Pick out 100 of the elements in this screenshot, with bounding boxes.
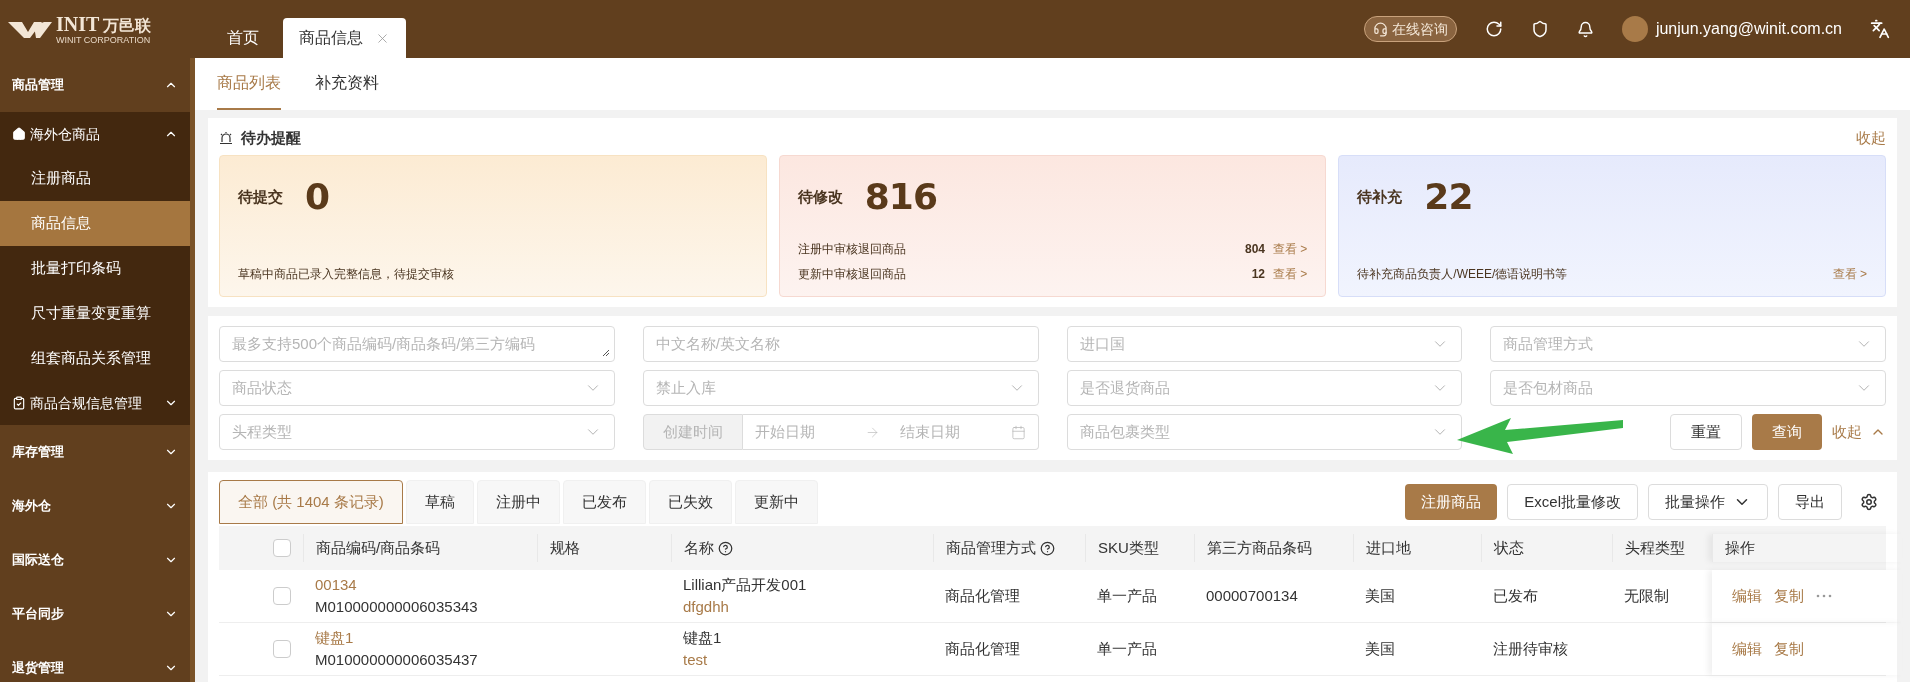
sku-type-text: 单一产品 <box>1097 586 1157 604</box>
sidebar-item[interactable]: 注册商品 <box>0 156 190 201</box>
name-input-field[interactable]: 中文名称/英文名称 <box>642 326 1039 362</box>
column-header: 状态 <box>1494 537 1524 558</box>
status-tab[interactable]: 已失效 <box>648 480 732 524</box>
settings-icon[interactable] <box>1860 493 1878 511</box>
reset-button[interactable]: 重置 <box>1670 414 1742 450</box>
avatar[interactable] <box>1621 16 1648 42</box>
sidebar-item[interactable]: 组套商品关系管理 <box>0 336 190 381</box>
user-email[interactable]: junjun.yang@winit.com.cn <box>1655 17 1842 41</box>
language-icon[interactable] <box>1870 19 1890 39</box>
column-header: 第三方商品条码 <box>1207 537 1312 558</box>
sidebar-group[interactable]: 平台同步 <box>0 587 190 641</box>
action-link[interactable]: 复制 <box>1774 637 1804 661</box>
card-title: 待修改 <box>797 186 843 207</box>
shield-icon[interactable] <box>1530 20 1549 38</box>
card-line-count: 12 <box>1251 265 1265 283</box>
column-header: 商品管理方式 <box>946 537 1036 558</box>
sidebar-item[interactable]: 批量打印条码 <box>0 246 190 291</box>
column-header: 名称 <box>684 537 714 558</box>
action-link[interactable]: 编辑 <box>1732 637 1762 661</box>
register-button[interactable]: 注册商品 <box>1405 484 1498 520</box>
view-link[interactable]: 查看 > <box>1832 264 1867 283</box>
help-icon[interactable] <box>1040 540 1055 556</box>
help-icon[interactable] <box>718 540 733 556</box>
resize-handle-icon <box>601 349 610 357</box>
sub-tab[interactable]: 商品列表 <box>217 58 281 110</box>
card-line-text: 待补充商品负责人/WEEE/德语说明书等 <box>1357 265 1569 283</box>
column-header: 操作 <box>1725 537 1755 558</box>
query-button[interactable]: 查询 <box>1752 414 1822 450</box>
logo-subtitle: WINIT CORPORATION <box>56 35 152 45</box>
batch-button[interactable]: 批量操作 <box>1648 484 1768 520</box>
product-code-link[interactable]: 键盘1 <box>315 627 525 649</box>
card-count: 0 <box>305 175 330 219</box>
select-field[interactable]: 进口国 <box>1066 326 1463 362</box>
select-field[interactable]: 商品管理方式 <box>1490 326 1886 362</box>
card-title: 待补充 <box>1357 186 1403 207</box>
refresh-icon[interactable] <box>1484 20 1503 38</box>
status-tab[interactable]: 全部 (共 1404 条记录) <box>219 480 403 524</box>
sidebar-group[interactable]: 库存管理 <box>0 425 190 479</box>
sidebar-item[interactable]: 商品信息 <box>0 201 190 246</box>
select-field[interactable]: 头程类型 <box>219 414 615 450</box>
search-textarea[interactable]: 最多支持500个商品编码/商品条码/第三方编码 <box>219 326 615 362</box>
consult-button[interactable]: 在线咨询 <box>1363 16 1457 42</box>
sidebar-submenu[interactable]: 海外仓商品 <box>0 112 190 156</box>
export-button[interactable]: 导出 <box>1778 484 1842 520</box>
card-line-count: 804 <box>1244 240 1265 258</box>
column-header: SKU类型 <box>1098 537 1159 558</box>
select-all-checkbox[interactable] <box>273 539 291 557</box>
card-line-text: 注册中审核退回商品 <box>797 240 907 258</box>
status-tab[interactable]: 草稿 <box>405 480 474 524</box>
collapse-filters-link[interactable]: 收起 <box>1832 420 1886 444</box>
action-link[interactable]: 编辑 <box>1732 584 1762 608</box>
nav-tab[interactable]: 商品信息 <box>283 18 406 58</box>
status-tab[interactable]: 注册中 <box>476 480 560 524</box>
sidebar-group[interactable]: 退货管理 <box>0 641 190 682</box>
sidebar-group[interactable]: 商品管理 <box>0 58 190 112</box>
action-link[interactable]: 复制 <box>1774 584 1804 608</box>
row-checkbox[interactable] <box>273 640 291 658</box>
select-field[interactable]: 商品状态 <box>219 370 615 406</box>
row-checkbox[interactable] <box>273 587 291 605</box>
nav-tab[interactable]: 首页 <box>211 18 275 58</box>
home-icon <box>12 127 26 141</box>
status-text: 注册待审核 <box>1493 639 1568 657</box>
sidebar-group[interactable]: 海外仓 <box>0 479 190 533</box>
clipboard-icon <box>12 396 26 410</box>
card-count: 816 <box>864 175 938 219</box>
origin-text: 美国 <box>1365 586 1395 604</box>
logo-chinese: 万邑联 <box>103 17 152 34</box>
select-field[interactable]: 禁止入库 <box>642 370 1039 406</box>
view-link[interactable]: 查看 > <box>1273 264 1308 283</box>
sidebar-submenu[interactable]: 商品合规信息管理 <box>0 381 190 425</box>
origin-text: 美国 <box>1365 639 1395 657</box>
more-icon[interactable] <box>1816 594 1832 598</box>
select-field[interactable]: 是否包材商品 <box>1490 370 1886 406</box>
management-text: 商品化管理 <box>945 639 1020 657</box>
product-code-link[interactable]: 00134 <box>315 574 525 596</box>
select-field[interactable]: 商品包裹类型 <box>1066 414 1463 450</box>
bell-icon[interactable] <box>1576 20 1594 38</box>
date-range-field[interactable]: 开始日期 结束日期 <box>742 414 1039 450</box>
product-name: 键盘1 <box>683 628 723 648</box>
card-title: 待提交 <box>238 186 283 207</box>
sidebar-group[interactable]: 国际送仓 <box>0 533 190 587</box>
excel-edit-button[interactable]: Excel批量修改 <box>1507 484 1638 520</box>
status-tab[interactable]: 已发布 <box>562 480 646 524</box>
sku-type-text: 单一产品 <box>1097 639 1157 657</box>
date-label: 创建时间 <box>642 414 743 450</box>
submenu-label: 商品合规信息管理 <box>30 393 142 413</box>
logo-brand: INIT <box>56 13 100 34</box>
column-header: 头程类型 <box>1625 537 1685 558</box>
sub-tab[interactable]: 补充资料 <box>315 58 379 110</box>
product-name-sub: test <box>683 650 709 670</box>
card-line-text: 更新中审核退回商品 <box>797 265 907 283</box>
view-link[interactable]: 查看 > <box>1273 239 1308 258</box>
select-field[interactable]: 是否退货商品 <box>1066 370 1463 406</box>
status-tab[interactable]: 更新中 <box>734 480 818 524</box>
barcode-text: M010000000006035437 <box>315 650 479 670</box>
management-text: 商品化管理 <box>945 586 1020 604</box>
sidebar-item[interactable]: 尺寸重量变更重算 <box>0 291 190 336</box>
collapse-link[interactable]: 收起 <box>1856 126 1886 150</box>
